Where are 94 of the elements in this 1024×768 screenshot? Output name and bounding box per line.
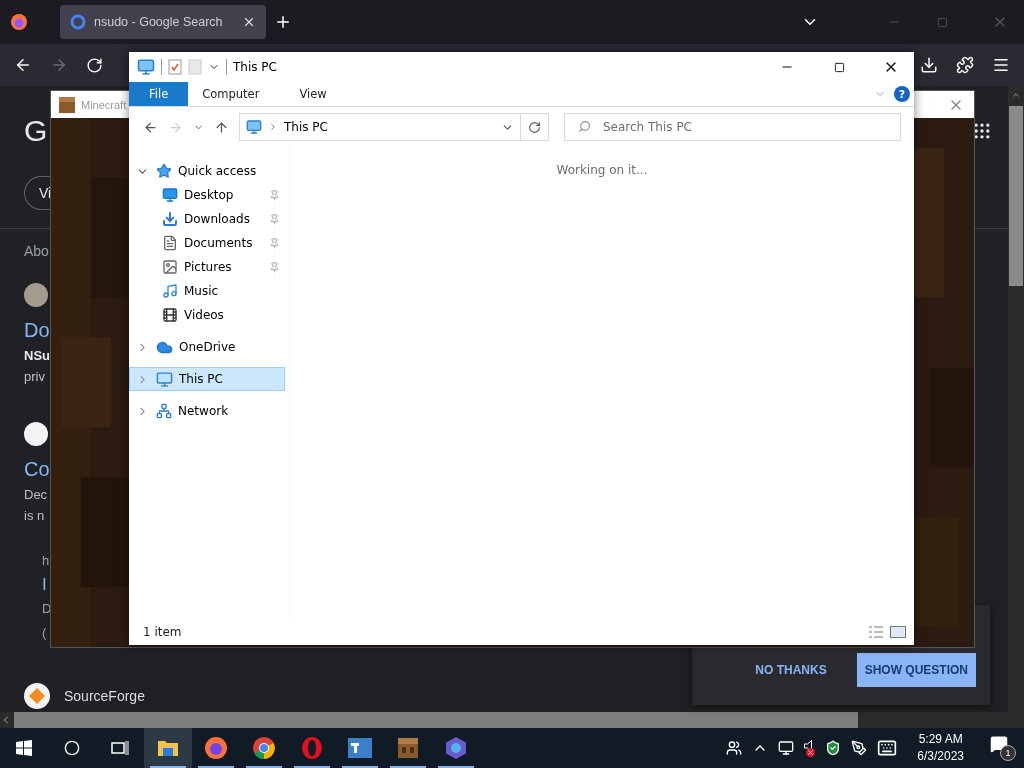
result-title[interactable]: Co <box>24 458 50 481</box>
muted-icon <box>806 747 816 757</box>
item-count: 1 item <box>143 625 183 639</box>
search-icon <box>578 120 591 133</box>
crafting-table-icon <box>397 737 419 759</box>
teams-icon <box>347 736 373 760</box>
crafting-table-icon <box>59 96 75 113</box>
ribbon-tab[interactable]: View <box>285 82 341 106</box>
search-field[interactable]: Search This PC <box>564 113 901 141</box>
shield-icon[interactable] <box>825 740 842 756</box>
ribbon-tab[interactable]: Computer <box>188 82 274 106</box>
result-snippet: NSu <box>24 348 50 363</box>
result-sublink[interactable]: ( <box>42 625 47 641</box>
reload-icon[interactable] <box>86 56 103 74</box>
opera-icon <box>301 736 323 760</box>
menu-icon[interactable] <box>992 56 1010 74</box>
popup-button[interactable]: NO THANKS <box>747 653 835 687</box>
chrome-icon <box>252 736 276 760</box>
nav-item[interactable]: Network <box>129 399 285 423</box>
picture-icon <box>162 259 178 275</box>
network-icon[interactable] <box>778 740 795 756</box>
task-view-icon <box>111 740 129 756</box>
volume-icon[interactable] <box>804 739 816 757</box>
clock[interactable]: 5:29 AM 6/3/2023 <box>917 731 964 765</box>
site-favicon <box>24 283 48 307</box>
circle-icon <box>64 740 80 756</box>
new-tab-icon[interactable] <box>274 13 292 31</box>
hexagon-icon <box>444 736 468 760</box>
help-icon[interactable]: ? <box>894 86 910 102</box>
notifications-button[interactable]: 1 <box>984 735 1016 761</box>
refresh-icon <box>528 120 541 134</box>
nav-item[interactable]: Music <box>129 279 285 303</box>
result-snippet: priv <box>24 369 45 384</box>
monitor-icon <box>246 119 262 135</box>
forward-icon[interactable] <box>50 56 68 74</box>
document-icon <box>162 235 178 251</box>
extensions-icon[interactable] <box>956 56 974 74</box>
maximize-icon <box>833 61 845 73</box>
nav-item[interactable]: Videos <box>129 303 285 327</box>
people-icon[interactable] <box>726 740 743 756</box>
site-favicon <box>24 683 50 709</box>
window-title: This PC <box>233 60 278 74</box>
properties-icon[interactable] <box>168 59 182 75</box>
refresh-button[interactable] <box>521 113 549 141</box>
popup-button[interactable]: SHOW QUESTION <box>856 653 976 687</box>
results-info: Abo <box>24 243 49 259</box>
result-sublink[interactable]: h <box>42 553 50 569</box>
nav-item[interactable]: Pictures <box>129 255 285 279</box>
download-icon <box>162 211 178 227</box>
forward-icon <box>168 119 183 135</box>
speaker-icon <box>804 739 813 752</box>
nav-item[interactable]: Downloads <box>129 207 285 231</box>
scroll-up-icon[interactable] <box>1011 90 1021 100</box>
nav-item[interactable]: Quick access <box>129 159 285 183</box>
result-title[interactable]: Do <box>24 319 50 342</box>
google-icon <box>70 14 86 30</box>
pen-icon[interactable] <box>851 740 868 756</box>
window-title: Minecraft <box>81 98 128 111</box>
browser-tab[interactable]: nsudo - Google Search <box>60 5 266 39</box>
download-icon[interactable] <box>920 56 938 74</box>
site-name: SourceForge <box>64 688 145 704</box>
taskbar-app[interactable] <box>144 728 192 768</box>
nav-item[interactable]: OneDrive <box>129 335 285 359</box>
breadcrumb-chevron-icon <box>268 122 278 132</box>
close-icon[interactable] <box>242 15 256 29</box>
film-icon <box>162 307 178 323</box>
nav-item[interactable]: Documents <box>129 231 285 255</box>
folder-icon <box>157 738 179 758</box>
back-icon[interactable] <box>14 56 32 74</box>
scrollbar-thumb[interactable] <box>14 712 858 728</box>
address-text: This PC <box>284 120 329 134</box>
music-icon <box>162 283 178 299</box>
windows-logo-icon <box>16 740 32 756</box>
nav-item[interactable]: Desktop <box>129 183 285 207</box>
desktop-icon <box>162 187 178 203</box>
google-logo: G <box>24 114 48 148</box>
result-snippet: is n <box>24 508 45 523</box>
monitor-icon <box>137 58 155 76</box>
firefox-icon <box>204 736 228 760</box>
scrollbar-thumb[interactable] <box>1009 106 1023 286</box>
site-favicon <box>24 422 48 446</box>
keyboard-icon[interactable] <box>877 738 898 758</box>
result-snippet: Dec <box>24 487 48 502</box>
back-icon <box>143 119 158 135</box>
nav-item[interactable]: This PC <box>129 367 285 391</box>
address-bar[interactable]: This PC <box>239 113 521 141</box>
result-sublink[interactable]: I <box>42 577 47 593</box>
notification-count: 1 <box>1000 745 1016 761</box>
large-icons-view-icon[interactable] <box>890 626 906 638</box>
firefox-icon[interactable] <box>10 13 28 31</box>
network-icon <box>156 403 172 419</box>
monitor-icon <box>156 370 173 388</box>
star-icon <box>156 163 172 179</box>
loading-message: Working on it... <box>556 163 648 179</box>
